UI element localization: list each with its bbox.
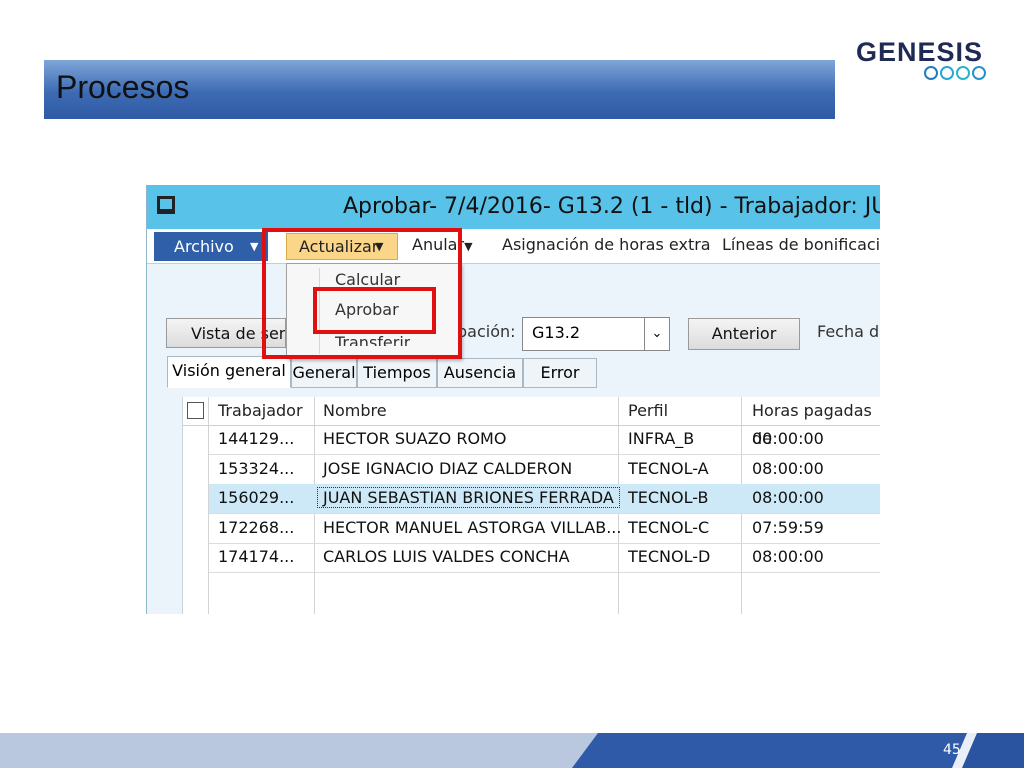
lineas-bonificacion-menu[interactable]: Líneas de bonificacio (722, 235, 880, 254)
cell-nombre: JOSE IGNACIO DIAZ CALDERON (323, 459, 573, 478)
menu-bar: Archivo ▼ Actualizar ▼ Anular▼ Asignació… (147, 229, 880, 264)
column-header-horas[interactable]: Horas pagadas de (752, 397, 880, 448)
cell-horas: 07:59:59 (752, 518, 824, 537)
cell-perfil: TECNOL-C (628, 518, 710, 537)
cell-trabajador: 153324... (218, 459, 295, 478)
column-header-perfil[interactable]: Perfil (628, 397, 668, 425)
column-header-nombre[interactable]: Nombre (323, 397, 387, 425)
cell-horas: 00:00:00 (752, 429, 824, 448)
cell-perfil: TECNOL-B (628, 488, 709, 507)
cell-perfil: TECNOL-A (628, 459, 709, 478)
app-window: Aprobar- 7/4/2016- G13.2 (1 - tld) - Tra… (146, 185, 880, 614)
agrupacion-label: pación: (457, 322, 516, 341)
tab-general[interactable]: General (291, 358, 357, 388)
chevron-down-icon[interactable]: ⌄ (644, 318, 669, 350)
genesis-logo: GENESIS (856, 36, 992, 84)
slide-title: Procesos (56, 69, 190, 105)
page-number: 45 (943, 742, 961, 758)
logo-text: GENESIS (856, 37, 984, 67)
table-row[interactable]: 172268... HECTOR MANUEL ASTORGA VILLAB..… (209, 514, 880, 544)
tab-error[interactable]: Error (523, 358, 597, 388)
workers-grid: Trabajador Nombre Perfil Horas pagadas d… (182, 397, 880, 614)
anterior-button[interactable]: Anterior (688, 318, 800, 350)
cell-horas: 08:00:00 (752, 459, 824, 478)
chevron-down-icon: ▼ (250, 240, 259, 253)
cell-horas: 08:00:00 (752, 547, 824, 566)
archivo-menu[interactable]: Archivo ▼ (154, 232, 268, 261)
cell-perfil: INFRA_B (628, 429, 695, 448)
caret-down-icon: ▼ (464, 240, 473, 253)
slide-title-bar: Procesos (44, 60, 835, 119)
archivo-label: Archivo (174, 237, 234, 256)
agrupacion-select[interactable]: G13.2 ⌄ (522, 317, 670, 351)
cell-horas: 08:00:00 (752, 488, 824, 507)
cell-trabajador: 172268... (218, 518, 295, 537)
cell-nombre: HECTOR SUAZO ROMO (323, 429, 507, 448)
cell-trabajador: 156029... (218, 488, 295, 507)
tab-ausencia[interactable]: Ausencia (437, 358, 523, 388)
cell-nombre: JUAN SEBASTIAN BRIONES FERRADA (317, 487, 620, 508)
cell-perfil: TECNOL-D (628, 547, 711, 566)
table-row[interactable]: 153324... JOSE IGNACIO DIAZ CALDERON TEC… (209, 455, 880, 485)
fecha-label: Fecha de (817, 322, 880, 341)
column-header-trabajador[interactable]: Trabajador (218, 397, 303, 425)
tab-tiempos[interactable]: Tiempos (357, 358, 437, 388)
table-row-selected[interactable]: 156029... JUAN SEBASTIAN BRIONES FERRADA… (209, 484, 880, 514)
table-row[interactable]: 144129... HECTOR SUAZO ROMO INFRA_B 00:0… (209, 425, 880, 455)
cell-nombre: HECTOR MANUEL ASTORGA VILLAB... (323, 518, 622, 537)
select-all-checkbox[interactable] (187, 402, 204, 419)
window-caption: Aprobar- 7/4/2016- G13.2 (1 - tld) - Tra… (343, 194, 880, 219)
cell-nombre: CARLOS LUIS VALDES CONCHA (323, 547, 570, 566)
cell-trabajador: 144129... (218, 429, 295, 448)
tab-vision-general[interactable]: Visión general (167, 356, 291, 388)
window-title-bar: Aprobar- 7/4/2016- G13.2 (1 - tld) - Tra… (147, 185, 880, 229)
asignacion-horas-menu[interactable]: Asignación de horas extra (502, 235, 711, 254)
cell-trabajador: 174174... (218, 547, 295, 566)
app-icon (157, 196, 175, 214)
table-row[interactable]: 174174... CARLOS LUIS VALDES CONCHA TECN… (209, 543, 880, 573)
agrupacion-value: G13.2 (532, 323, 581, 342)
highlight-aprobar-box (313, 287, 436, 334)
